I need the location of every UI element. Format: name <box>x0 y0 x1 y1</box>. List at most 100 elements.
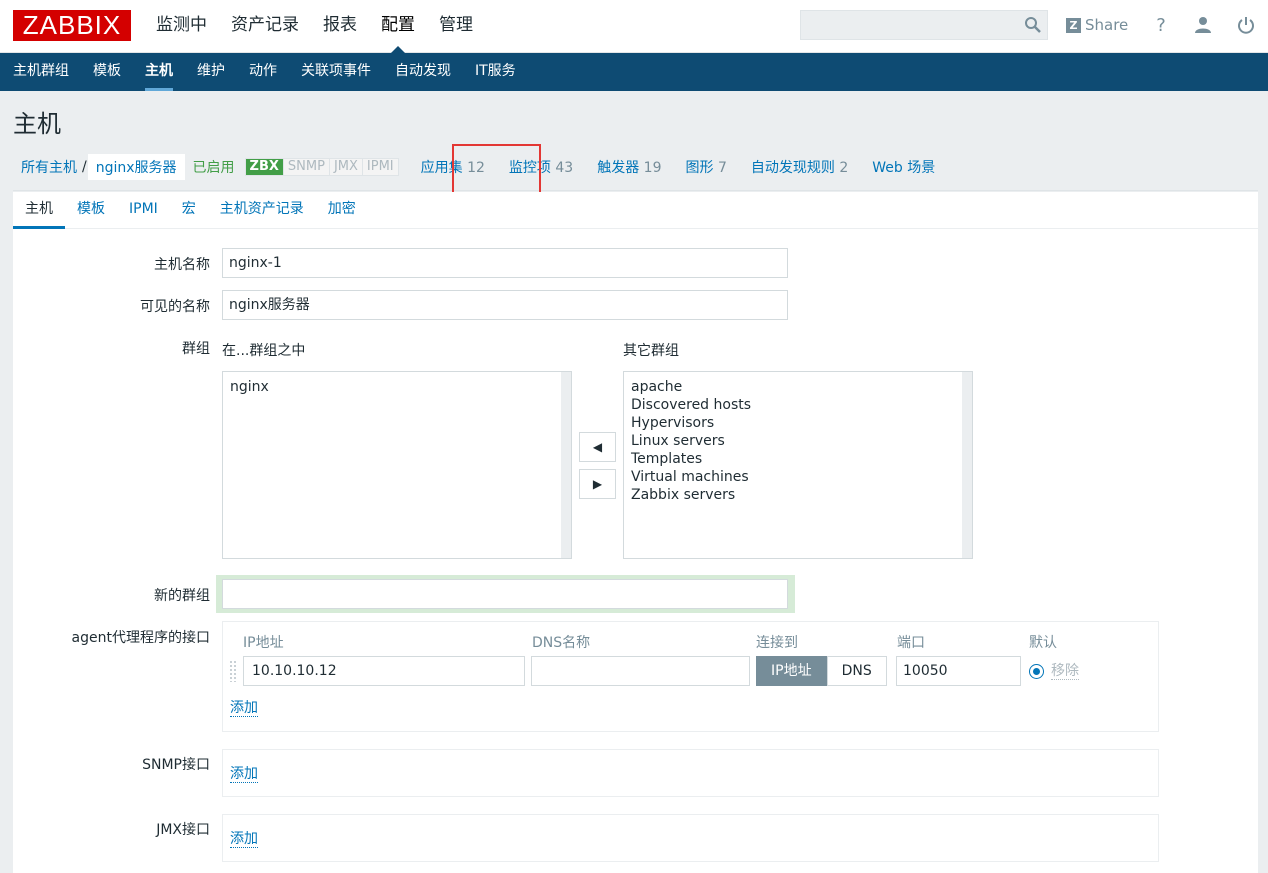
zabbix-logo[interactable]: ZABBIX <box>13 10 131 41</box>
discovery-rules-label: 自动发现规则 <box>750 159 835 176</box>
list-item[interactable]: Virtual machines <box>631 468 965 486</box>
list-item[interactable]: apache <box>631 378 965 396</box>
snmp-badge: SNMP <box>282 158 329 175</box>
breadcrumb-all-hosts[interactable]: 所有主机 <box>13 157 85 177</box>
share-button[interactable]: Z Share <box>1066 14 1128 36</box>
subnav-maintenance[interactable]: 维护 <box>185 53 237 91</box>
scrollbar[interactable] <box>561 372 571 558</box>
status-enabled[interactable]: 已启用 <box>193 157 235 177</box>
agent-interfaces-box: IP地址 DNS名称 连接到 端口 默认 10.10.10.12 IP地址 DN… <box>222 621 1159 732</box>
subnav-discovery[interactable]: 自动发现 <box>383 53 463 91</box>
jmx-interfaces-box: 添加 <box>222 814 1159 862</box>
applications-label: 应用集 <box>420 159 463 176</box>
default-radio[interactable] <box>1029 664 1044 679</box>
subnav-actions[interactable]: 动作 <box>237 53 289 91</box>
host-name-input[interactable]: nginx-1 <box>222 248 788 278</box>
arrow-left-icon: ◀ <box>592 440 603 454</box>
add-jmx-interface-link[interactable]: 添加 <box>230 831 258 848</box>
web-scenarios-label: Web 场景 <box>872 159 936 176</box>
snmp-interfaces-box: 添加 <box>222 749 1159 797</box>
user-profile-icon[interactable] <box>1192 14 1214 36</box>
tab-inventory[interactable]: 主机资产记录 <box>208 192 316 228</box>
arrow-right-icon: ▶ <box>592 477 603 491</box>
page-title: 主机 <box>13 110 61 138</box>
connect-ip-button[interactable]: IP地址 <box>756 656 827 686</box>
nav-reports[interactable]: 报表 <box>311 0 369 53</box>
items-link[interactable]: 监控项 43 <box>509 157 573 177</box>
breadcrumb-separator: / <box>82 158 87 175</box>
discovery-rules-link[interactable]: 自动发现规则 2 <box>751 157 848 177</box>
tab-encryption[interactable]: 加密 <box>316 192 368 228</box>
nav-configuration[interactable]: 配置 <box>369 0 427 54</box>
snmp-interfaces-label: SNMP接口 <box>142 757 210 773</box>
connect-dns-button[interactable]: DNS <box>826 656 887 686</box>
tab-templates[interactable]: 模板 <box>65 192 117 228</box>
list-item[interactable]: nginx <box>230 378 564 396</box>
remove-link: 移除 <box>1051 663 1079 680</box>
scrollbar[interactable] <box>962 372 972 558</box>
ip-column-header: IP地址 <box>243 635 284 651</box>
search-input[interactable] <box>800 10 1048 40</box>
list-item[interactable]: Linux servers <box>631 432 965 450</box>
port-column-header: 端口 <box>897 635 925 651</box>
triggers-link[interactable]: 触发器 19 <box>597 157 661 177</box>
subnav-hosts[interactable]: 主机 <box>133 53 185 91</box>
subnav-host-groups[interactable]: 主机群组 <box>1 53 81 91</box>
host-name-label: 主机名称 <box>154 257 210 273</box>
list-item[interactable]: Discovered hosts <box>631 396 965 414</box>
help-icon[interactable]: ? <box>1150 14 1172 36</box>
triggers-label: 触发器 <box>597 159 640 176</box>
web-scenarios-link[interactable]: Web 场景 <box>872 157 935 177</box>
applications-count: 12 <box>467 159 485 176</box>
connect-to-toggle: IP地址 DNS <box>756 656 887 686</box>
triggers-count: 19 <box>643 159 662 176</box>
breadcrumb-current-host[interactable]: nginx服务器 <box>87 153 185 180</box>
discovery-rules-count: 2 <box>839 159 849 176</box>
default-column-header: 默认 <box>1029 635 1057 651</box>
zbx-badge: ZBX <box>245 158 283 175</box>
new-group-label: 新的群组 <box>154 588 210 604</box>
main-nav: 监测中 资产记录 报表 配置 管理 <box>144 0 485 54</box>
sign-out-icon[interactable] <box>1235 14 1257 36</box>
visible-name-input[interactable]: nginx服务器 <box>222 290 788 320</box>
breadcrumb: 所有主机 / nginx服务器 已启用 ZBX SNMP JMX IPMI 应用… <box>13 143 1258 191</box>
dns-column-header: DNS名称 <box>532 635 591 651</box>
subnav-it-services[interactable]: IT服务 <box>463 53 528 91</box>
graphs-count: 7 <box>717 159 727 176</box>
jmx-interfaces-label: JMX接口 <box>156 822 210 838</box>
list-item[interactable]: Hypervisors <box>631 414 965 432</box>
tab-host[interactable]: 主机 <box>13 192 65 229</box>
tab-macros[interactable]: 宏 <box>170 192 208 228</box>
subnav-correlation[interactable]: 关联项事件 <box>289 53 383 91</box>
graphs-link[interactable]: 图形 7 <box>685 157 726 177</box>
nav-monitoring[interactable]: 监测中 <box>144 0 219 53</box>
add-snmp-interface-link[interactable]: 添加 <box>230 766 258 783</box>
ip-input[interactable]: 10.10.10.12 <box>243 656 525 686</box>
top-bar: ZABBIX 监测中 资产记录 报表 配置 管理 Z Share ? <box>0 0 1268 54</box>
subnav-templates[interactable]: 模板 <box>81 53 133 91</box>
drag-handle-icon[interactable] <box>229 660 237 682</box>
new-group-input[interactable] <box>222 579 788 609</box>
list-item[interactable]: Templates <box>631 450 965 468</box>
groups-label: 群组 <box>182 341 210 357</box>
port-input[interactable]: 10050 <box>896 656 1021 686</box>
items-count: 43 <box>555 159 574 176</box>
tab-ipmi[interactable]: IPMI <box>117 192 170 228</box>
dns-input[interactable] <box>531 656 750 686</box>
add-agent-interface-link[interactable]: 添加 <box>230 700 258 717</box>
move-right-button[interactable]: ▶ <box>579 469 616 499</box>
search-icon[interactable] <box>1024 16 1042 34</box>
list-item[interactable]: Zabbix servers <box>631 486 965 504</box>
form-tabs: 主机 模板 IPMI 宏 主机资产记录 加密 <box>13 192 1258 229</box>
jmx-badge: JMX <box>328 158 362 175</box>
agent-interfaces-label: agent代理程序的接口 <box>71 630 210 646</box>
share-label: Share <box>1085 16 1129 34</box>
nav-administration[interactable]: 管理 <box>427 0 485 53</box>
graphs-label: 图形 <box>685 159 714 176</box>
move-left-button[interactable]: ◀ <box>579 432 616 462</box>
applications-link[interactable]: 应用集 12 <box>421 157 485 177</box>
other-groups-title: 其它群组 <box>623 343 679 359</box>
nav-inventory[interactable]: 资产记录 <box>219 0 311 53</box>
other-groups-listbox[interactable]: apache Discovered hosts Hypervisors Linu… <box>623 371 973 559</box>
in-groups-listbox[interactable]: nginx <box>222 371 572 559</box>
